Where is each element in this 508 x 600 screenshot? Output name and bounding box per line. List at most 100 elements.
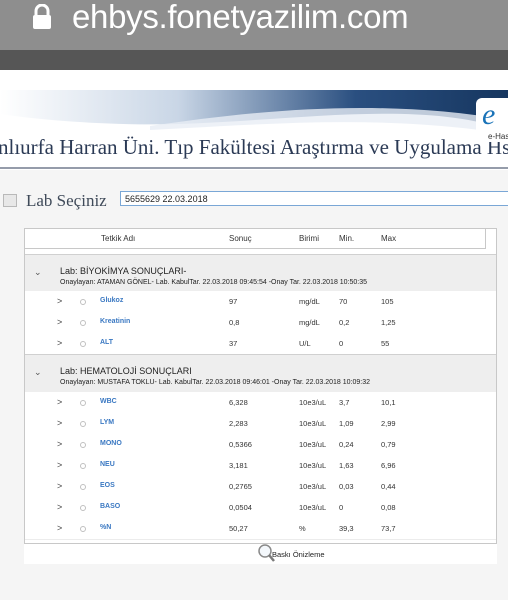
- min-value: 39,3: [339, 524, 354, 533]
- radio-icon[interactable]: [80, 463, 86, 469]
- max-value: 55: [381, 339, 390, 348]
- group-approval: Onaylayan: MUSTAFA TOKLU- Lab. KabulTar.…: [60, 379, 371, 386]
- hospital-title: nlıurfa Harran Üni. Tıp Fakültesi Araştı…: [0, 135, 508, 159]
- max-value: 0,08: [381, 503, 396, 512]
- logo-caption: e-Has: [488, 132, 508, 141]
- lab-select-row: Lab Seçiniz 5655629 22.03.2018: [0, 170, 508, 220]
- test-name: LYM: [100, 419, 115, 426]
- test-name: MONO: [100, 440, 122, 447]
- test-name: NEU: [100, 461, 115, 468]
- col-min[interactable]: Min.: [339, 234, 354, 243]
- group-title: Lab: HEMATOLOJİ SONUÇLARI: [60, 366, 192, 376]
- test-name: Glukoz: [100, 297, 124, 304]
- hospital-banner: nlıurfa Harran Üni. Tıp Fakültesi Araştı…: [0, 90, 508, 170]
- chevron-right-icon[interactable]: >: [57, 397, 62, 407]
- url-text[interactable]: ehbys.fonetyazilim.com: [72, 0, 409, 36]
- min-value: 0,24: [339, 440, 354, 449]
- chevron-right-icon[interactable]: >: [57, 502, 62, 512]
- test-name: BASO: [100, 503, 121, 510]
- group-title: Lab: BİYOKİMYA SONUÇLARI-: [60, 266, 187, 276]
- unit-value: U/L: [299, 339, 311, 348]
- grid-footer: Baskı Önizleme: [24, 543, 497, 564]
- chevron-right-icon[interactable]: >: [57, 523, 62, 533]
- min-value: 70: [339, 297, 348, 306]
- table-row[interactable]: > LYM 2,283 10e3/uL 1,09 2,99: [25, 413, 496, 435]
- radio-icon[interactable]: [80, 526, 86, 532]
- result-value: 37: [229, 339, 238, 348]
- radio-icon[interactable]: [80, 484, 86, 490]
- result-value: 3,181: [229, 461, 248, 470]
- max-value: 2,99: [381, 419, 396, 428]
- chevron-right-icon[interactable]: >: [57, 338, 62, 348]
- page-top-gap: [0, 70, 508, 90]
- min-value: 1,63: [339, 461, 354, 470]
- lock-icon: [33, 4, 51, 29]
- table-row[interactable]: > NEU 3,181 10e3/uL 1,63 6,96: [25, 455, 496, 477]
- radio-icon[interactable]: [80, 341, 86, 347]
- app-logo[interactable]: e e-Has: [476, 98, 508, 142]
- browser-url-bar[interactable]: ehbys.fonetyazilim.com: [0, 0, 508, 50]
- table-row[interactable]: > MONO 0,5366 10e3/uL 0,24 0,79: [25, 434, 496, 456]
- unit-value: 10e3/uL: [299, 482, 327, 491]
- table-row[interactable]: > BASO 0,0504 10e3/uL 0 0,08: [25, 497, 496, 519]
- test-name: %N: [100, 524, 112, 531]
- lab-select-label: Lab Seçiniz: [26, 191, 107, 210]
- result-value: 0,8: [229, 318, 240, 327]
- unit-value: 10e3/uL: [299, 440, 327, 449]
- max-value: 73,7: [381, 524, 396, 533]
- unit-value: mg/dL: [299, 318, 320, 327]
- chevron-right-icon[interactable]: >: [57, 481, 62, 491]
- print-preview-button[interactable]: Baskı Önizleme: [272, 550, 325, 559]
- grid-header: Tetkik Adı Sonuç Birimi Min. Max: [25, 229, 486, 249]
- radio-icon[interactable]: [80, 442, 86, 448]
- col-test-name[interactable]: Tetkik Adı: [101, 234, 135, 243]
- col-unit[interactable]: Birimi: [299, 234, 319, 243]
- min-value: 1,09: [339, 419, 354, 428]
- col-max[interactable]: Max: [381, 234, 396, 243]
- table-row[interactable]: > EOS 0,2765 10e3/uL 0,03 0,44: [25, 476, 496, 498]
- max-value: 1,25: [381, 318, 396, 327]
- table-row[interactable]: > WBC 6,328 10e3/uL 3,7 10,1: [25, 392, 496, 414]
- unit-value: 10e3/uL: [299, 398, 327, 407]
- radio-icon[interactable]: [80, 400, 86, 406]
- max-value: 0,79: [381, 440, 396, 449]
- lab-select-checkbox[interactable]: [3, 194, 17, 207]
- unit-value: 10e3/uL: [299, 503, 327, 512]
- radio-icon[interactable]: [80, 299, 86, 305]
- min-value: 3,7: [339, 398, 350, 407]
- min-value: 0: [339, 339, 344, 348]
- radio-icon[interactable]: [80, 505, 86, 511]
- chevron-down-icon[interactable]: ⌄: [34, 267, 42, 278]
- min-value: 0,2: [339, 318, 350, 327]
- unit-value: mg/dL: [299, 297, 320, 306]
- group-hematoloji[interactable]: ⌄ Lab: HEMATOLOJİ SONUÇLARI Onaylayan: M…: [25, 354, 496, 393]
- table-row[interactable]: > ALT 37 U/L 0 55: [25, 333, 496, 355]
- unit-value: 10e3/uL: [299, 461, 327, 470]
- chevron-right-icon[interactable]: >: [57, 317, 62, 327]
- max-value: 105: [381, 297, 394, 306]
- result-value: 97: [229, 297, 238, 306]
- max-value: 0,44: [381, 482, 396, 491]
- chevron-right-icon[interactable]: >: [57, 418, 62, 428]
- result-value: 0,5366: [229, 440, 252, 449]
- chevron-right-icon[interactable]: >: [57, 460, 62, 470]
- radio-icon[interactable]: [80, 421, 86, 427]
- test-name: WBC: [100, 398, 117, 405]
- chevron-down-icon[interactable]: ⌄: [34, 367, 42, 378]
- browser-toolbar-strip: [0, 50, 508, 70]
- radio-icon[interactable]: [80, 320, 86, 326]
- test-name: ALT: [100, 339, 114, 346]
- unit-value: 10e3/uL: [299, 419, 327, 428]
- col-result[interactable]: Sonuç: [229, 234, 252, 243]
- chevron-right-icon[interactable]: >: [57, 439, 62, 449]
- table-row[interactable]: > Glukoz 97 mg/dL 70 105: [25, 291, 496, 313]
- table-row[interactable]: > %N 50,27 % 39,3 73,7: [25, 518, 496, 540]
- min-value: 0: [339, 503, 344, 512]
- table-row[interactable]: > Kreatinin 0,8 mg/dL 0,2 1,25: [25, 312, 496, 334]
- unit-value: %: [299, 524, 306, 533]
- logo-e-icon: e: [482, 98, 496, 131]
- max-value: 10,1: [381, 398, 396, 407]
- chevron-right-icon[interactable]: >: [57, 296, 62, 306]
- group-biyokimya[interactable]: ⌄ Lab: BİYOKİMYA SONUÇLARI- Onaylayan: A…: [25, 254, 496, 293]
- lab-select-field[interactable]: 5655629 22.03.2018: [120, 191, 508, 206]
